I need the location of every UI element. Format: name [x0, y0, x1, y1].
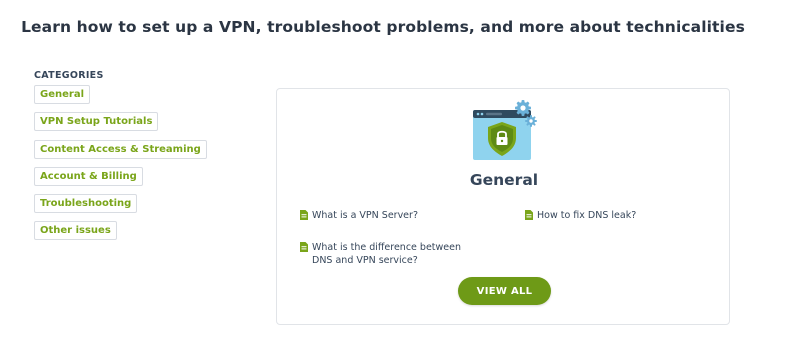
article-link-dns-leak[interactable]: How to fix DNS leak?	[525, 209, 725, 222]
article-title: What is a VPN Server?	[312, 210, 418, 221]
category-general[interactable]: General	[34, 85, 90, 104]
document-icon	[300, 242, 308, 252]
article-title: What is the difference between DNS and V…	[312, 242, 461, 267]
card-title: General	[469, 171, 539, 189]
category-card-general: General What is a VPN Server? How to fix…	[276, 88, 730, 325]
document-icon	[300, 210, 308, 220]
category-content-access-streaming[interactable]: Content Access & Streaming	[34, 139, 207, 159]
categories-heading: CATEGORIES	[34, 70, 104, 81]
article-link-dns-vs-vpn[interactable]: What is the difference between DNS and V…	[300, 241, 475, 268]
article-title: How to fix DNS leak?	[537, 210, 637, 221]
category-other-issues[interactable]: Other issues	[34, 221, 117, 241]
view-all-button[interactable]: VIEW ALL	[458, 277, 551, 305]
document-icon	[525, 210, 533, 220]
page-title: Learn how to set up a VPN, troubleshoot …	[21, 18, 745, 36]
category-account-billing[interactable]: Account & Billing	[34, 166, 143, 186]
category-vpn-setup-tutorials[interactable]: VPN Setup Tutorials	[34, 112, 159, 132]
article-link-vpn-server[interactable]: What is a VPN Server?	[300, 209, 500, 222]
category-list: General VPN Setup Tutorials Content Acce…	[34, 84, 207, 248]
shield-lock-browser-icon	[473, 100, 537, 160]
category-troubleshooting[interactable]: Troubleshooting	[34, 194, 138, 214]
